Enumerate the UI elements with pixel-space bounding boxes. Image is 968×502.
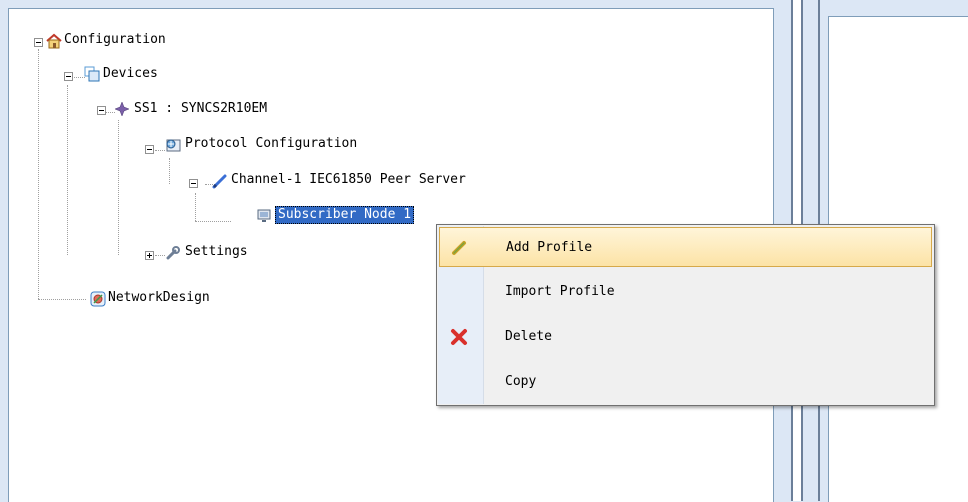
tree-node-channel-1[interactable]: Channel-1 IEC61850 Peer Server [231,171,466,189]
tree-connector [71,77,85,78]
tree-connector [155,150,165,151]
menu-item-delete[interactable]: Delete [439,317,932,357]
monitor-icon [256,208,272,224]
home-icon [46,33,62,49]
tree-node-subscriber-node-1[interactable]: Subscriber Node 1 [275,206,415,224]
tree-node-network-design[interactable]: NetworkDesign [108,289,210,307]
context-menu: Add Profile Import Profile Delete Copy [436,224,935,406]
menu-item-copy[interactable]: Copy [439,362,932,402]
expand-toggle[interactable] [145,251,154,260]
menu-item-add-profile[interactable]: Add Profile [439,227,932,267]
tree-connector [169,158,170,184]
tree-connector [118,120,119,255]
tree-node-devices[interactable]: Devices [103,65,158,83]
tree-connector [155,255,165,256]
menu-item-import-profile[interactable]: Import Profile [439,272,932,312]
tree-connector [38,49,39,299]
tree-node-settings[interactable]: Settings [185,243,248,261]
tree-node-device-ss1[interactable]: SS1 : SYNCS2R10EM [134,100,267,118]
tree-connector [195,221,231,222]
collapse-toggle[interactable] [189,179,198,188]
tree-connector [38,299,86,300]
wrench-icon [165,245,181,261]
delete-x-icon [449,327,469,347]
network-design-icon [90,291,106,307]
channel-pen-icon [212,173,228,189]
device-diamond-icon [114,101,130,117]
collapse-toggle[interactable] [34,38,43,47]
protocol-config-icon [165,137,181,153]
collapse-toggle[interactable] [97,106,106,115]
tree-node-protocol-configuration[interactable]: Protocol Configuration [185,135,357,153]
collapse-toggle[interactable] [145,145,154,154]
add-profile-icon [450,238,470,258]
tree-connector [67,85,68,255]
collapse-toggle[interactable] [64,72,73,81]
tree-connector [195,193,196,221]
devices-icon [84,66,100,82]
tree-node-configuration[interactable]: Configuration [64,31,166,49]
